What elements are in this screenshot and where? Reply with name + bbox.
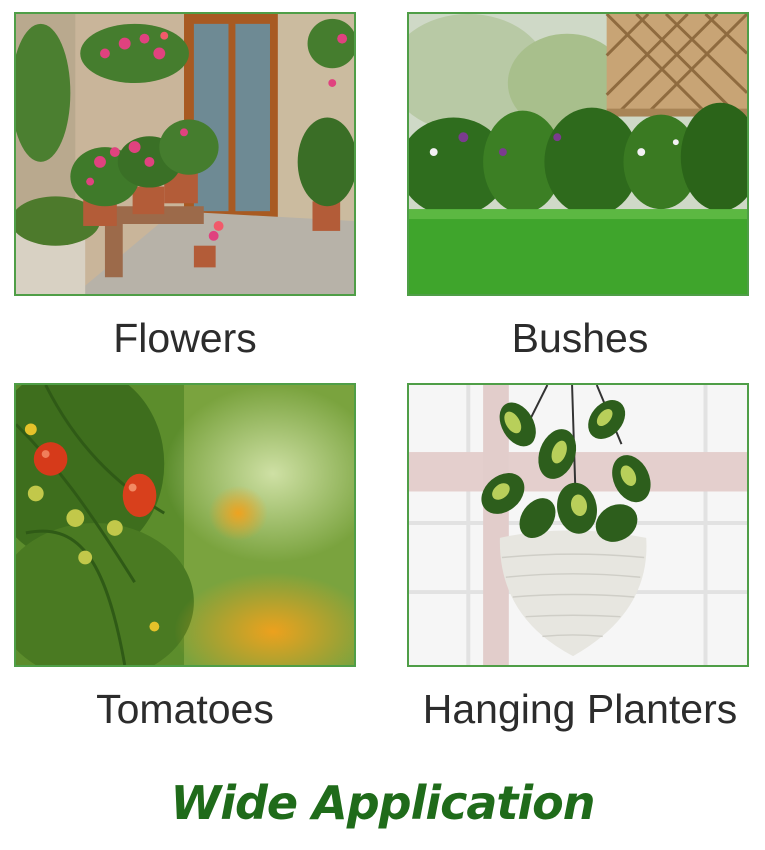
hanging-planters-image: [407, 383, 749, 667]
bushes-image: [407, 12, 749, 296]
tomatoes-image: [14, 383, 356, 667]
caption-hanging-planters: Hanging Planters: [422, 686, 738, 732]
banner-title: Wide Application: [170, 776, 595, 830]
caption-tomatoes: Tomatoes: [96, 686, 274, 732]
flowers-image: [14, 12, 356, 296]
caption-bushes: Bushes: [511, 315, 649, 361]
caption-flowers: Flowers: [113, 315, 257, 361]
